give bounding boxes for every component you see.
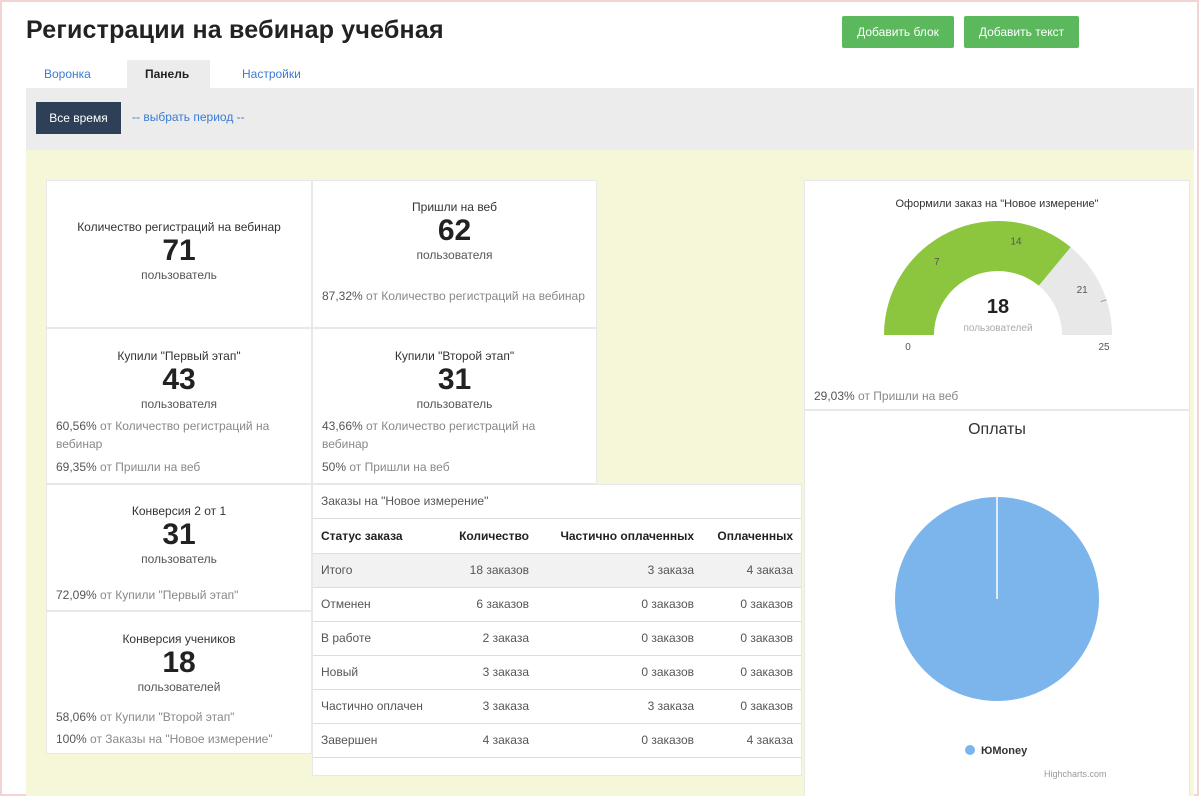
card-value: 71 <box>162 234 196 267</box>
page-title: Регистрации на вебинар учебная <box>26 16 444 44</box>
tab-bar: Воронка Панель Настройки <box>26 60 1080 88</box>
legend-label: ЮMoney <box>981 745 1028 757</box>
table-row: Новый 3 заказа 0 заказов 0 заказов <box>313 655 801 690</box>
gauge-unit: пользователей <box>963 323 1032 334</box>
card-value: 31 <box>437 363 472 396</box>
choose-period-link[interactable]: -- выбрать период -- <box>132 110 245 124</box>
card-conversion-students: Конверсия учеников 18 пользователей 58,0… <box>46 611 312 754</box>
card-label: Конверсия 2 от 1 <box>131 504 227 518</box>
card-note: 87,32% от Количество регистраций на веби… <box>322 289 585 303</box>
gauge-card: Оформили заказ на "Новое измерение" 7 14 2… <box>804 180 1190 410</box>
col-status[interactable]: Статус заказа <box>313 519 439 554</box>
gauge-tick-label: 7 <box>934 257 940 268</box>
tab-panel[interactable]: Панель <box>127 60 210 88</box>
add-text-button[interactable]: Добавить текст <box>964 16 1079 48</box>
legend-marker-icon <box>965 745 975 755</box>
card-label: Купили "Первый этап" <box>117 349 241 363</box>
card-label: Конверсия учеников <box>122 632 236 646</box>
card-unit: пользователь <box>416 397 493 411</box>
table-row: В работе 2 заказа 0 заказов 0 заказов <box>313 621 801 656</box>
gauge-note: 29,03% от Пришли на веб <box>814 389 959 403</box>
orders-title: Заказы на "Новое измерение" <box>313 485 801 519</box>
gauge-fill <box>884 221 1071 335</box>
card-registrations: Количество регистраций на вебинар 71 пол… <box>46 180 312 328</box>
gauge-tick-label: 21 <box>1077 285 1089 296</box>
all-time-button[interactable]: Все время <box>36 102 121 134</box>
card-value: 31 <box>162 518 196 551</box>
card-unit: пользователя <box>141 397 217 411</box>
gauge-chart: 7 14 21 18 пользователей 0 25 <box>884 221 1112 353</box>
card-note: 43,66% от Количество регистраций на веби… <box>322 419 536 451</box>
table-row: Итого 18 заказов 3 заказа 4 заказа <box>313 553 801 588</box>
card-unit: пользователей <box>137 680 221 694</box>
pie-legend-item[interactable]: ЮMoney <box>965 745 1027 757</box>
gauge-tick-label: 14 <box>1010 237 1022 248</box>
gauge-value: 18 <box>987 296 1009 318</box>
card-note: 60,56% от Количество регистраций на веби… <box>56 419 270 451</box>
gauge-max-label: 25 <box>1098 342 1110 353</box>
card-note: 58,06% от Купили "Второй этап" <box>56 710 235 724</box>
card-conversion-2-1: Конверсия 2 от 1 31 пользователь 72,09% … <box>46 484 312 611</box>
table-row: Отменен 6 заказов 0 заказов 0 заказов <box>313 587 801 622</box>
orders-table: Статус заказа Количество Частично оплаче… <box>313 519 801 758</box>
pie-title: Оплаты <box>968 421 1026 438</box>
col-partial[interactable]: Частично оплаченных <box>537 519 702 554</box>
card-value: 18 <box>162 646 196 679</box>
col-count[interactable]: Количество <box>439 519 537 554</box>
card-unit: пользователь <box>141 552 217 566</box>
card-value: 43 <box>162 363 196 396</box>
card-bought-second: Купили "Второй этап" 31 пользователь 43,… <box>312 328 597 484</box>
card-value: 62 <box>437 214 472 247</box>
pie-chart <box>895 497 1099 701</box>
credit-link[interactable]: Highcharts.com <box>1044 769 1107 779</box>
card-note: 50% от Пришли на веб <box>322 460 450 474</box>
card-label: Купили "Второй этап" <box>394 349 515 363</box>
card-note: 72,09% от Купили "Первый этап" <box>56 588 239 602</box>
tab-funnel[interactable]: Воронка <box>26 60 109 88</box>
pie-card: Оплаты ЮMoney Highcharts.com <box>804 410 1190 796</box>
card-came: Пришли на веб 62 пользователя 87,32% от … <box>312 180 597 328</box>
gauge-title: Оформили заказ на "Новое измерение" <box>895 198 1099 210</box>
card-unit: пользователь <box>141 268 217 282</box>
card-label: Количество регистраций на вебинар <box>77 220 281 234</box>
card-bought-first: Купили "Первый этап" 43 пользователя 60,… <box>46 328 312 484</box>
table-row: Завершен 4 заказа 0 заказов 4 заказа <box>313 723 801 758</box>
add-block-button[interactable]: Добавить блок <box>842 16 954 48</box>
table-row: Частично оплачен 3 заказа 3 заказа 0 заказо… <box>313 689 801 724</box>
orders-card: Заказы на "Новое измерение" Статус заказ… <box>312 484 802 776</box>
col-paid[interactable]: Оплаченных <box>702 519 801 554</box>
gauge-min-label: 0 <box>905 342 911 353</box>
card-note: 100% от Заказы на "Новое измерение" <box>56 732 273 746</box>
card-label: Пришли на веб <box>412 200 497 214</box>
tab-settings[interactable]: Настройки <box>224 60 319 88</box>
card-unit: пользователя <box>416 248 493 262</box>
card-note: 69,35% от Пришли на веб <box>56 460 201 474</box>
filter-bar: Все время -- выбрать период -- <box>26 88 1194 150</box>
